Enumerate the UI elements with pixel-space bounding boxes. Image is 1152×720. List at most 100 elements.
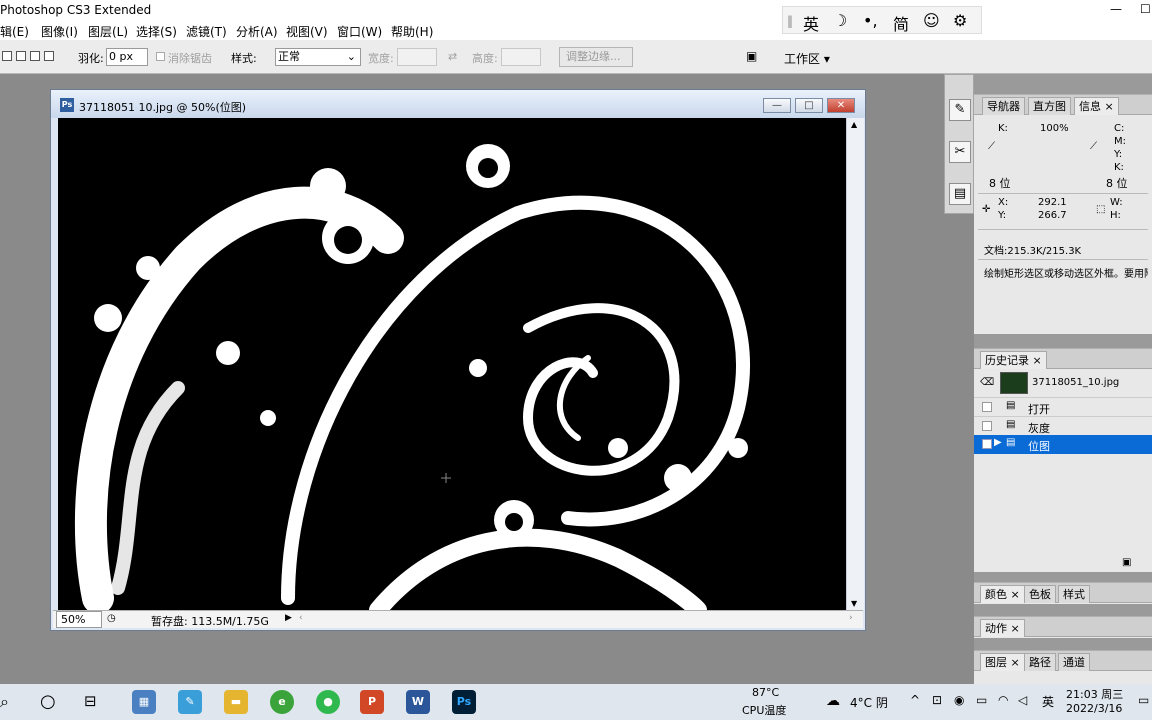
history-checkbox[interactable]: [982, 402, 992, 412]
gear-icon[interactable]: ⚙: [953, 11, 967, 30]
minimize-button[interactable]: —: [763, 98, 791, 113]
ime-simplified[interactable]: 简: [893, 11, 909, 35]
maximize-button[interactable]: □: [795, 98, 823, 113]
width-input[interactable]: [397, 48, 437, 66]
tab-swatches[interactable]: 色板: [1024, 585, 1056, 603]
tab-styles[interactable]: 样式: [1058, 585, 1090, 603]
scroll-right-icon[interactable]: ›: [849, 613, 853, 623]
volume-icon[interactable]: ◁: [1018, 693, 1027, 707]
wechat-icon[interactable]: ●: [316, 690, 340, 714]
tab-layers[interactable]: 图层 ×: [980, 653, 1025, 671]
tools-icon[interactable]: ✂: [949, 141, 971, 163]
menu-analysis[interactable]: 分析(A): [236, 23, 278, 40]
cortana-icon[interactable]: ○: [40, 691, 56, 712]
workspace-button[interactable]: 工作区 ▾: [784, 50, 830, 67]
status-menu-icon[interactable]: ◷: [107, 613, 116, 624]
tab-info[interactable]: 信息 ×: [1074, 97, 1119, 115]
style-select[interactable]: 正常 ⌄: [275, 48, 361, 66]
height-input[interactable]: [501, 48, 541, 66]
tab-history[interactable]: 历史记录 ×: [980, 351, 1047, 369]
powerpoint-icon[interactable]: P: [360, 690, 384, 714]
history-checkbox[interactable]: [982, 421, 992, 431]
document-title-bar[interactable]: Ps 37118051 10.jpg @ 50%(位图) — □ ✕: [51, 90, 865, 118]
document-icon[interactable]: ▤: [949, 183, 971, 205]
history-snapshot[interactable]: ⌫ 37118051_10.jpg: [974, 369, 1152, 397]
minimize-icon[interactable]: —: [1110, 2, 1122, 16]
task-view-icon[interactable]: ⊟: [84, 692, 97, 710]
tab-histogram[interactable]: 直方图: [1028, 97, 1071, 115]
menu-view[interactable]: 视图(V): [286, 23, 328, 40]
menu-filter[interactable]: 滤镜(T): [186, 23, 227, 40]
history-item[interactable]: ▤ 灰度: [974, 416, 1152, 435]
history-item-label: 打开: [1028, 403, 1050, 416]
status-arrow-icon[interactable]: ▶: [285, 613, 292, 623]
feather-input[interactable]: 0 px: [106, 48, 148, 66]
ime-handle[interactable]: ‖: [787, 14, 793, 28]
swap-icon[interactable]: ⇄: [448, 50, 457, 63]
bridge-icon[interactable]: ▣: [746, 49, 757, 63]
battery-icon[interactable]: ▭: [976, 693, 987, 707]
scroll-up-icon[interactable]: ▲: [851, 120, 857, 129]
tab-channels[interactable]: 通道: [1058, 653, 1090, 671]
tab-actions[interactable]: 动作 ×: [980, 619, 1025, 637]
input-language[interactable]: 英: [1042, 693, 1054, 710]
tray-icon[interactable]: ⊡: [932, 693, 942, 707]
photoshop-icon[interactable]: Ps: [452, 690, 476, 714]
add-selection-icon[interactable]: [16, 51, 26, 61]
menu-layer[interactable]: 图层(L): [88, 23, 128, 40]
brush-icon[interactable]: ✎: [949, 99, 971, 121]
menu-window[interactable]: 窗口(W): [337, 23, 382, 40]
subtract-selection-icon[interactable]: [30, 51, 40, 61]
history-item[interactable]: ▤ 打开: [974, 397, 1152, 416]
ime-language[interactable]: 英: [803, 11, 819, 35]
vertical-scrollbar[interactable]: ▲ ▼: [846, 118, 864, 610]
history-item-selected[interactable]: ▶ ▤ 位图: [974, 435, 1152, 454]
file-explorer-icon[interactable]: ▬: [224, 690, 248, 714]
tab-navigator[interactable]: 导航器: [982, 97, 1025, 115]
brush-source-icon[interactable]: ⌫: [980, 377, 994, 388]
clock-date[interactable]: 2022/3/16: [1066, 702, 1122, 715]
image-canvas[interactable]: [58, 118, 846, 610]
word-icon[interactable]: W: [406, 690, 430, 714]
intersect-selection-icon[interactable]: [44, 51, 54, 61]
weather-text[interactable]: 4°C 阴: [850, 694, 888, 711]
feather-label: 羽化:: [78, 52, 104, 65]
new-selection-icon[interactable]: [2, 51, 12, 61]
scroll-down-icon[interactable]: ▼: [851, 599, 857, 608]
wifi-icon[interactable]: ◠: [998, 693, 1008, 707]
menu-edit[interactable]: 辑(E): [0, 23, 29, 40]
menu-select[interactable]: 选择(S): [136, 23, 177, 40]
close-icon[interactable]: ×: [1011, 656, 1020, 669]
antialias-checkbox[interactable]: [156, 52, 165, 61]
browser-icon[interactable]: e: [270, 690, 294, 714]
tab-paths[interactable]: 路径: [1024, 653, 1056, 671]
menu-help[interactable]: 帮助(H): [391, 23, 433, 40]
clock-time[interactable]: 21:03 周三: [1066, 686, 1123, 702]
scroll-left-icon[interactable]: ‹: [299, 613, 303, 623]
notification-icon[interactable]: ▭: [1138, 693, 1149, 707]
history-checkbox[interactable]: [982, 439, 992, 449]
close-icon[interactable]: ×: [1011, 588, 1020, 601]
tab-color[interactable]: 颜色 ×: [980, 585, 1025, 603]
actions-panel: 动作 ×: [974, 616, 1152, 638]
refine-edge-button[interactable]: 调整边缘...: [559, 47, 633, 67]
menu-image[interactable]: 图像(I): [41, 23, 78, 40]
tray-chevron-icon[interactable]: ^: [910, 693, 920, 707]
search-icon[interactable]: ⌕: [0, 692, 9, 712]
smile-icon[interactable]: ☺: [923, 11, 940, 30]
close-icon[interactable]: ×: [1033, 354, 1042, 367]
close-icon[interactable]: ×: [1011, 622, 1020, 635]
maximize-icon[interactable]: ☐: [1140, 2, 1151, 16]
close-button[interactable]: ✕: [827, 98, 855, 113]
new-snapshot-icon[interactable]: ▣: [1122, 557, 1131, 568]
color-panel: 颜色 × 色板 样式: [974, 582, 1152, 604]
moon-icon[interactable]: ☽: [833, 11, 847, 30]
tray-icon[interactable]: ◉: [954, 693, 964, 707]
height-label: 高度:: [472, 52, 498, 65]
close-icon[interactable]: ×: [1105, 100, 1114, 113]
punctuation-icon[interactable]: •,: [863, 11, 878, 30]
notepad-icon[interactable]: ✎: [178, 690, 202, 714]
zoom-field[interactable]: 50%: [56, 611, 102, 628]
options-bar: 羽化: 0 px 消除锯齿 样式: 正常 ⌄ 宽度: ⇄ 高度: 调整边缘...…: [0, 40, 1152, 74]
calculator-icon[interactable]: ▦: [132, 690, 156, 714]
